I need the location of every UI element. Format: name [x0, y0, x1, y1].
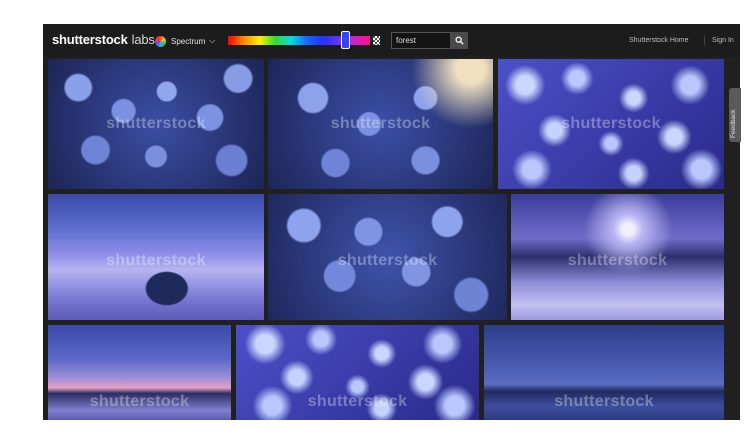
watermark: shutterstock — [330, 115, 431, 132]
logo[interactable]: shutterstock labs — [52, 32, 155, 47]
color-wheel-icon — [155, 35, 166, 47]
feedback-label: Feedback — [730, 109, 737, 138]
image-tile[interactable]: shutterstock — [48, 325, 231, 420]
image-tile[interactable]: shutterstock — [268, 194, 507, 320]
watermark: shutterstock — [106, 115, 206, 132]
spectrum-label: Spectrum — [171, 36, 206, 46]
top-bar: shutterstock labs Spectrum ⌵ forest Shutt… — [43, 24, 740, 57]
image-tile[interactable]: shutterstock — [511, 194, 724, 320]
image-tile[interactable]: shutterstock — [48, 194, 264, 320]
spectrum-dropdown[interactable]: Spectrum ⌵ — [155, 34, 215, 48]
watermark: shutterstock — [307, 393, 408, 410]
shutterstock-home-link[interactable]: Shutterstock Home — [629, 37, 689, 44]
logo-brand: shutterstock — [52, 32, 128, 47]
watermark: shutterstock — [106, 252, 206, 269]
watermark: shutterstock — [89, 393, 190, 410]
image-tile[interactable]: shutterstock — [268, 59, 493, 189]
watermark: shutterstock — [561, 115, 661, 132]
watermark: shutterstock — [567, 252, 668, 269]
chevron-down-icon: ⌵ — [209, 36, 216, 45]
feedback-tab[interactable]: Feedback — [729, 88, 741, 142]
watermark: shutterstock — [337, 252, 438, 269]
image-tile[interactable]: shutterstock — [498, 59, 724, 189]
transparent-swatch[interactable] — [373, 36, 380, 45]
app-window: shutterstock labs Spectrum ⌵ forest Shutt… — [43, 24, 740, 420]
watermark: shutterstock — [554, 393, 654, 410]
image-tile[interactable]: shutterstock — [48, 59, 264, 189]
search-button[interactable] — [450, 32, 468, 49]
search-input[interactable]: forest — [391, 32, 456, 49]
color-slider-handle[interactable] — [341, 31, 350, 49]
search-icon — [454, 36, 464, 45]
logo-suffix: labs — [131, 32, 155, 47]
image-tile[interactable]: shutterstock — [484, 325, 724, 420]
image-tile[interactable]: shutterstock — [236, 325, 479, 420]
sign-in-link[interactable]: Sign In — [712, 37, 734, 44]
nav-divider — [704, 36, 705, 45]
